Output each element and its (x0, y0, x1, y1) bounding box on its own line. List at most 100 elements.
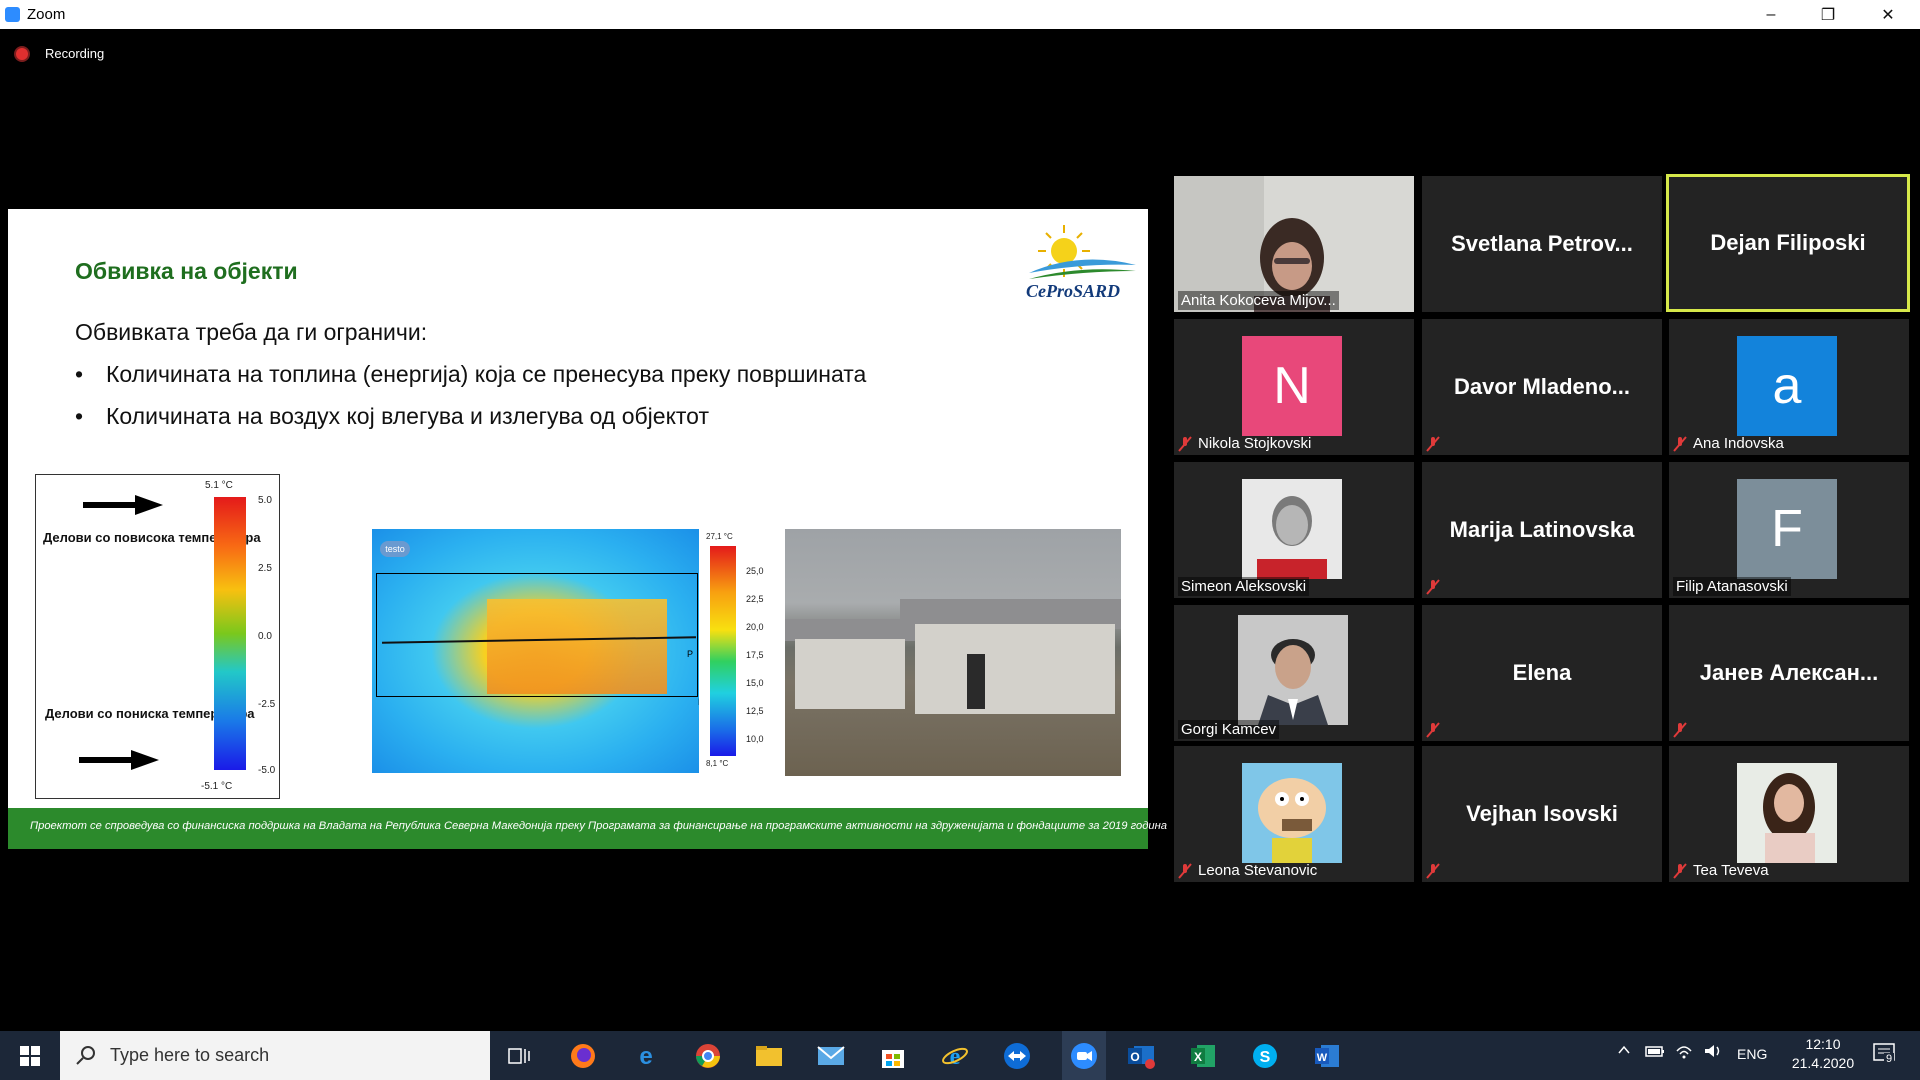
arrow-right-icon (83, 495, 163, 515)
notification-count: 9 (1884, 1053, 1895, 1065)
participant-name: Vejhan Isovski (1466, 801, 1618, 826)
thermal-tick: 12,5 (746, 706, 764, 716)
participant-name: Elena (1512, 660, 1572, 685)
thermal-tick: 10,0 (746, 734, 764, 744)
participant-name: Gorgi Kamcev (1178, 720, 1280, 739)
restore-button[interactable]: ❐ (1800, 0, 1856, 29)
participant-name: Simeon Aleksovski (1178, 577, 1310, 596)
participant-name: Anita Kokoceva Mijov... (1178, 291, 1339, 310)
participant-tile[interactable]: Davor Mladeno... (1422, 319, 1662, 455)
slide-intro: Обвивката треба да ги ограничи: (75, 319, 428, 345)
svg-text:O: O (1130, 1050, 1139, 1064)
task-view-icon[interactable] (503, 1040, 534, 1071)
internet-explorer-icon[interactable]: e (939, 1040, 970, 1071)
thermal-image: testo P H (372, 529, 699, 773)
participant-name: Leona Stevanovic (1198, 862, 1318, 879)
participant-tile[interactable]: Tea Teveva (1669, 746, 1909, 882)
chrome-icon[interactable] (692, 1040, 723, 1071)
close-button[interactable]: ✕ (1860, 0, 1916, 29)
search-placeholder: Type here to search (110, 1045, 270, 1065)
notifications-button[interactable]: 9 (1872, 1041, 1898, 1070)
participant-name: Јанев Алексан... (1699, 660, 1879, 685)
participant-photo (1242, 763, 1342, 863)
recording-indicator[interactable]: Recording (16, 46, 104, 61)
window-titlebar: Zoom – ❐ ✕ (0, 0, 1920, 29)
microphone-muted-icon (1673, 722, 1687, 738)
participant-tile[interactable]: Јанев Алексан... (1669, 605, 1909, 741)
svg-text:e: e (639, 1043, 652, 1070)
participant-name: Svetlana Petrov... (1451, 231, 1633, 256)
avatar: N (1242, 336, 1342, 436)
file-explorer-icon[interactable] (753, 1040, 784, 1071)
window-title: Zoom (27, 6, 66, 23)
teamviewer-icon[interactable] (1001, 1040, 1032, 1071)
zoom-icon[interactable] (1062, 1031, 1106, 1080)
participant-name: Nikola Stojkovski (1198, 435, 1312, 452)
show-hidden-icons-chevron-up-icon[interactable] (1617, 1043, 1631, 1060)
taskbar-clock[interactable]: 12:10 21.4.2020 (1788, 1036, 1858, 1071)
mail-icon[interactable] (815, 1040, 846, 1071)
recording-label: Recording (45, 46, 105, 61)
thermal-tick: 15,0 (746, 678, 764, 688)
participant-tile[interactable]: Leona Stevanovic (1174, 746, 1414, 882)
participant-tile[interactable]: Elena (1422, 605, 1662, 741)
svg-text:e: e (949, 1044, 960, 1070)
thermal-frame (376, 573, 698, 697)
microphone-muted-icon (1178, 863, 1192, 879)
participant-tile-active-speaker[interactable]: Dejan Filiposki (1666, 174, 1910, 312)
participant-tile[interactable]: Vejhan Isovski (1422, 746, 1662, 882)
slide-bullet: • Количината на воздух кој влегува и изле… (75, 403, 709, 429)
participant-tile[interactable]: N Nikola Stojkovski (1174, 319, 1414, 455)
battery-icon[interactable] (1645, 1044, 1665, 1061)
participant-tile[interactable]: Marija Latinovska (1422, 462, 1662, 598)
participant-tile[interactable]: a Ana Indovska (1669, 319, 1909, 455)
thermal-tick: 22,5 (746, 594, 764, 604)
wifi-icon[interactable] (1675, 1043, 1693, 1062)
legend-tick: 5.0 (258, 495, 272, 506)
thermal-marker-p: P (687, 649, 694, 659)
svg-text:W: W (1316, 1052, 1327, 1064)
microphone-muted-icon (1426, 436, 1440, 452)
participant-name: Dejan Filiposki (1710, 230, 1866, 255)
excel-icon[interactable]: X (1187, 1040, 1218, 1071)
participant-name: Tea Teveva (1693, 862, 1769, 879)
legend-top-value: 5.1 °C (205, 480, 233, 491)
participant-tile[interactable]: Svetlana Petrov... (1422, 176, 1662, 312)
taskbar-search-box[interactable]: Type here to search (60, 1031, 490, 1080)
thermal-tick: 25,0 (746, 566, 764, 576)
firefox-icon[interactable] (567, 1040, 598, 1071)
start-button[interactable] (0, 1031, 60, 1080)
thermal-scale-top: 27,1 °C (706, 532, 733, 541)
thermal-scale-bottom: 8,1 °C (706, 759, 729, 768)
minimize-button[interactable]: – (1743, 0, 1799, 29)
avatar: a (1737, 336, 1837, 436)
participant-tile[interactable]: Gorgi Kamcev (1174, 605, 1414, 741)
slide-footer: Проектот се спроведува со финансиска под… (8, 808, 1167, 849)
thermal-tick: 20,0 (746, 622, 764, 632)
edge-icon[interactable]: e (630, 1040, 661, 1071)
thermal-tick: 17,5 (746, 650, 764, 660)
search-icon (76, 1046, 95, 1065)
input-language[interactable]: ENG (1737, 1046, 1767, 1062)
thermal-badge: testo (380, 541, 410, 557)
volume-icon[interactable] (1703, 1043, 1723, 1062)
skype-icon[interactable]: S (1249, 1040, 1280, 1071)
microphone-muted-icon (1426, 863, 1440, 879)
participant-tile[interactable]: Simeon Aleksovski (1174, 462, 1414, 598)
clock-time: 12:10 (1805, 1036, 1841, 1052)
thermal-marker-h: H (698, 697, 699, 707)
word-icon[interactable]: W (1311, 1040, 1342, 1071)
slide-bullet: • Количината на топлина (енергија) која с… (75, 361, 867, 387)
svg-text:S: S (1259, 1049, 1270, 1066)
participant-photo (1737, 763, 1837, 863)
svg-text:X: X (1193, 1050, 1201, 1064)
outlook-icon[interactable]: O (1125, 1040, 1156, 1071)
participant-tile[interactable]: Anita Kokoceva Mijov... (1174, 176, 1414, 312)
participant-tile[interactable]: F Filip Atanasovski (1669, 462, 1909, 598)
participant-name: Davor Mladeno... (1453, 374, 1631, 399)
legend-tick: -2.5 (258, 699, 276, 710)
microphone-muted-icon (1673, 863, 1687, 879)
store-icon[interactable] (877, 1040, 908, 1071)
legend-bottom-value: -5.1 °C (201, 781, 233, 792)
participant-name: Filip Atanasovski (1673, 577, 1791, 596)
